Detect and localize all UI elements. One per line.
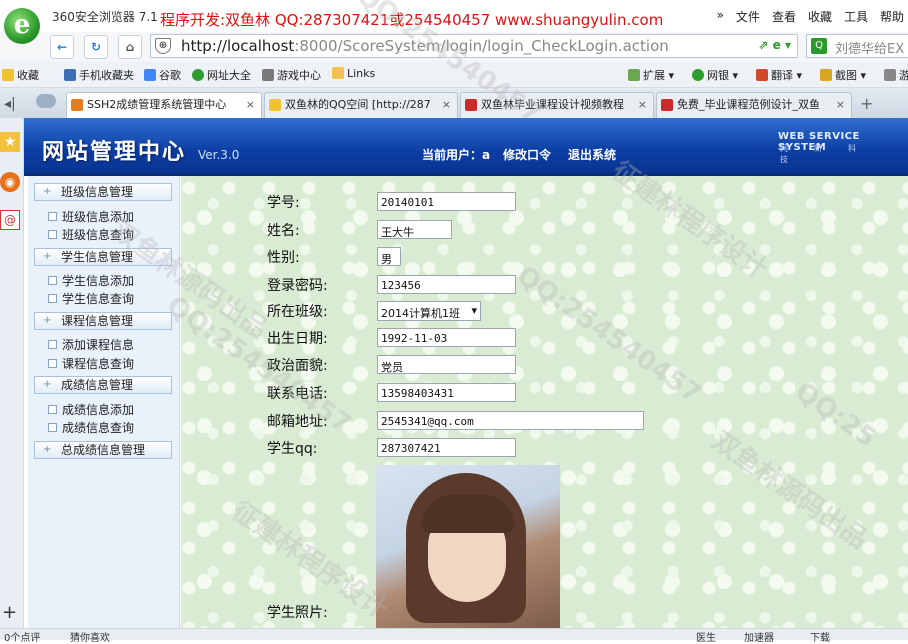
sidebar-item-class-query[interactable]: 班级信息查询 [48, 226, 134, 243]
sidebar-item-student-add[interactable]: 学生信息添加 [48, 272, 134, 289]
search-text: 刘德华给EX [835, 42, 905, 57]
status-comments[interactable]: 0个点评 [4, 629, 40, 644]
refresh-icon[interactable]: ↻ [84, 35, 108, 59]
name-field[interactable]: 王大牛 [377, 220, 452, 239]
phone-label: 联系电话: [267, 386, 328, 402]
status-guess[interactable]: 猜你喜欢 [70, 629, 110, 644]
current-user: 当前用户：a [422, 148, 491, 162]
class-select[interactable]: 2014计算机1班 [377, 301, 481, 321]
fav-extensions[interactable]: 扩展 ▾ [628, 67, 674, 83]
fav-links[interactable]: Links [332, 67, 375, 80]
fav-url-nav[interactable]: 网址大全 [192, 67, 251, 83]
search-icon: Q [811, 38, 827, 54]
address-actions-icon[interactable]: ⇗ e ▾ [758, 38, 791, 52]
sidebar-item-score-mgmt[interactable]: 成绩信息管理 [34, 376, 172, 394]
phone-field[interactable]: 13598403431 [377, 383, 516, 402]
birth-label: 出生日期: [267, 331, 328, 347]
site-title: 网站管理中心 [42, 140, 187, 165]
tab-video-course[interactable]: 双鱼林毕业课程设计视频教程 × [460, 92, 654, 118]
name-label: 姓名: [267, 223, 300, 239]
close-icon[interactable]: × [246, 93, 255, 117]
cloud-icon[interactable] [36, 94, 56, 108]
close-icon[interactable]: × [638, 93, 647, 117]
sidebar-item-class-add[interactable]: 班级信息添加 [48, 208, 134, 225]
sidebar-item-course-query[interactable]: 课程信息查询 [48, 355, 134, 372]
gender-field[interactable]: 男 [377, 247, 401, 266]
page-icon [71, 99, 83, 111]
status-doctor[interactable]: 医生 [696, 629, 716, 644]
sidebar-item-course-add[interactable]: 添加课程信息 [48, 336, 134, 353]
close-icon[interactable]: × [836, 93, 845, 117]
sidebar-item-student-mgmt[interactable]: 学生信息管理 [34, 248, 172, 266]
student-no-field[interactable]: 20140101 [377, 192, 516, 211]
page-icon [661, 99, 673, 111]
fav-google[interactable]: 谷歌 [144, 67, 181, 83]
student-no-label: 学号: [267, 195, 300, 211]
menu-file[interactable]: 文件 [736, 8, 760, 25]
birth-date-field[interactable]: 1992-11-03 [377, 328, 516, 347]
star-icon [269, 99, 281, 111]
mail-icon[interactable]: @ [0, 210, 20, 230]
fav-bank[interactable]: 网银 ▾ [692, 67, 738, 83]
politics-field[interactable]: 党员 [377, 355, 516, 374]
add-plus-icon[interactable]: + [2, 602, 17, 623]
fav-game[interactable]: 游 [884, 67, 908, 83]
back-arrow-icon[interactable]: ← [50, 35, 74, 59]
photo-label: 学生照片: [267, 605, 328, 621]
page-icon [465, 99, 477, 111]
politics-label: 政治面貌: [267, 358, 328, 374]
sidebar-item-score-query[interactable]: 成绩信息查询 [48, 419, 134, 436]
fav-screenshot[interactable]: 截图 ▾ [820, 67, 866, 83]
change-password-link[interactable]: 修改口令 [503, 146, 551, 163]
status-bar: 0个点评 猜你喜欢 医生 加速器 下载 [0, 628, 908, 644]
site-version: Ver.3.0 [198, 148, 240, 162]
status-accelerator[interactable]: 加速器 [744, 629, 774, 644]
sidebar-item-student-query[interactable]: 学生信息查询 [48, 290, 134, 307]
qq-label: 学生qq: [267, 441, 318, 457]
logout-link[interactable]: 退出系统 [568, 146, 616, 163]
class-label: 所在班级: [267, 304, 328, 320]
home-icon[interactable]: ⌂ [118, 35, 142, 59]
menu-more[interactable]: » [717, 8, 724, 25]
tab-free-course[interactable]: 免费_毕业课程范例设计_双鱼 × [656, 92, 852, 118]
star-icon[interactable]: ★ [0, 132, 20, 152]
menu-favorites[interactable]: 收藏 [808, 8, 832, 25]
browser-side-strip [0, 118, 24, 628]
menu-tools[interactable]: 工具 [844, 8, 868, 25]
close-icon[interactable]: × [442, 93, 451, 117]
menu-help[interactable]: 帮助 [880, 8, 904, 25]
fav-translate[interactable]: 翻译 ▾ [756, 67, 802, 83]
tab-qq-space[interactable]: 双鱼林的QQ空间 [http://287 × [264, 92, 458, 118]
sidebar-item-class-mgmt[interactable]: 班级信息管理 [34, 183, 172, 201]
weibo-icon[interactable]: ◉ [0, 172, 20, 192]
promo-text: 程序开发:双鱼林 QQ:287307421或254540457 www.shua… [160, 11, 664, 29]
student-photo [376, 465, 560, 628]
sidebar-item-score-add[interactable]: 成绩信息添加 [48, 401, 134, 418]
status-download[interactable]: 下载 [810, 629, 830, 644]
password-field[interactable]: 123456 [377, 275, 516, 294]
browser-logo-icon: e [4, 8, 40, 44]
gender-label: 性别: [267, 250, 300, 266]
fav-game-center[interactable]: 游戏中心 [262, 67, 321, 83]
email-field[interactable]: 2545341@qq.com [377, 411, 644, 430]
search-box[interactable]: Q 刘德华给EX [806, 34, 908, 58]
url-text: http://localhost:8000/ScoreSystem/login/… [181, 37, 669, 55]
sidebar-toggle-icon[interactable]: ◂| [4, 96, 16, 112]
browser-name: 360安全浏览器 7.1 [52, 10, 158, 24]
tab-score-system[interactable]: SSH2成绩管理系统管理中心 × [66, 92, 262, 118]
email-label: 邮箱地址: [267, 414, 328, 430]
password-label: 登录密码: [267, 278, 328, 294]
qq-field[interactable]: 287307421 [377, 438, 516, 457]
sidebar-item-course-mgmt[interactable]: 课程信息管理 [34, 312, 172, 330]
shield-icon: ⊕ [155, 38, 171, 54]
menu-view[interactable]: 查看 [772, 8, 796, 25]
fav-collect[interactable]: 收藏 [2, 67, 39, 83]
browser-menu: » 文件 查看 收藏 工具 帮助 [717, 8, 904, 25]
web-service-subtitle: 网新科技 [780, 144, 882, 164]
fav-mobile[interactable]: 手机收藏夹 [64, 67, 134, 83]
sidebar-item-total-score-mgmt[interactable]: 总成绩信息管理 [34, 441, 172, 459]
new-tab-plus-icon[interactable]: + [860, 94, 873, 113]
address-bar[interactable]: ⊕ http://localhost:8000/ScoreSystem/logi… [150, 34, 798, 58]
